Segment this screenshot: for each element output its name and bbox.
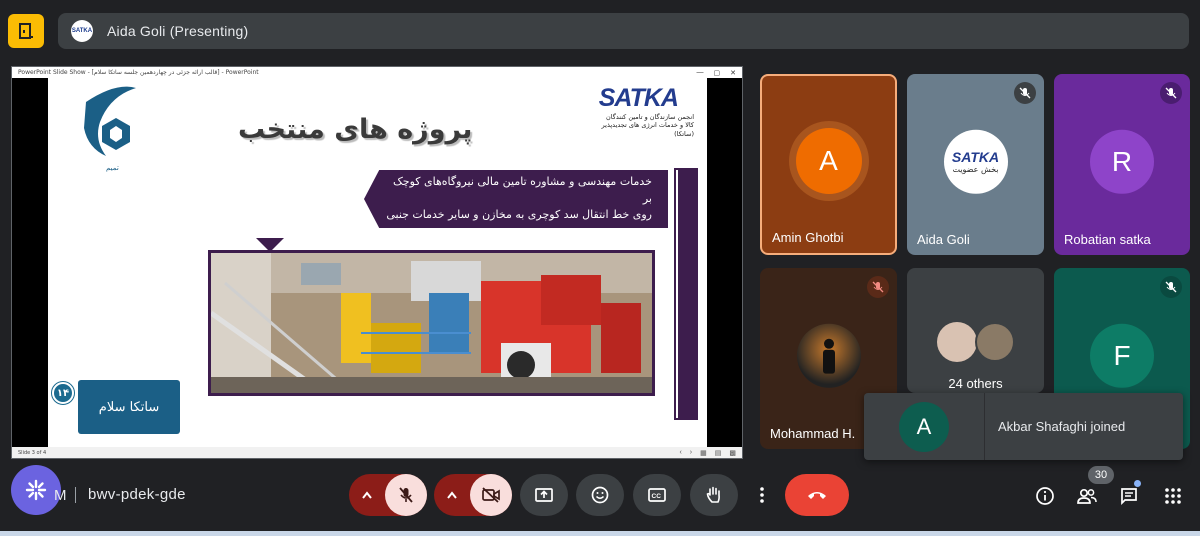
minimize-icon[interactable]: — [697,69,704,77]
presentation-window[interactable]: PowerPoint Slide Show - [قالب ارائه جزئی… [11,66,743,459]
next-slide-icon[interactable]: › [690,449,692,457]
emoji-icon [591,486,609,504]
avatar: A [795,127,862,194]
people-icon [1077,488,1097,504]
clock: M [54,487,67,504]
present-screen-icon [535,488,553,502]
slide-canvas: تمیم SATKA انجمن سازندگان و تامین کنندگا… [48,78,707,448]
participant-tile-others[interactable]: 24 others [907,268,1044,393]
participant-name: Amin Ghotbi [772,230,844,245]
sparkle-icon [25,479,47,501]
divider [75,487,76,503]
mic-off-icon [1014,82,1036,104]
close-icon[interactable]: ✕ [730,69,736,77]
maximize-icon[interactable]: ▢ [714,69,721,77]
mic-off-icon [1160,276,1182,298]
avatar: A [899,401,949,452]
participant-name: Mohammad H. [770,426,856,441]
presenter-avatar: SATKA [71,20,93,42]
divider [984,393,985,460]
apps-grid-icon [1165,488,1181,504]
mic-off-button[interactable] [385,474,427,516]
avatar-ring: A [788,120,869,201]
banner-line-2: روی خط انتقال سد کوچری به مخازن و سایر خ… [386,208,652,222]
people-button[interactable] [1074,483,1100,509]
avatar [796,323,861,388]
mic-off-icon [867,276,889,298]
taskbar-edge [0,531,1200,536]
participant-tile-amin[interactable]: A Amin Ghotbi [760,74,897,255]
camera-control[interactable] [434,474,512,516]
closed-captions-icon: CC [648,488,666,502]
banner-line-1: خدمات مهندسی و مشاوره تامین مالی نیروگاه… [392,175,652,205]
more-vert-icon [760,487,764,503]
microphone-control[interactable] [349,474,427,516]
captions-button[interactable]: CC [633,474,681,516]
prev-slide-icon[interactable]: ‹ [679,449,681,457]
more-options-button[interactable] [751,474,773,516]
leave-call-button[interactable] [785,474,849,516]
meeting-code: bwv-pdek-gde [88,486,186,503]
tamim-logo-icon: تمیم [84,86,136,172]
satka-salam-logo: ساتکا سلام [78,380,180,434]
others-count: 24 others [948,376,1003,391]
presenting-banner: SATKA Aida Goli (Presenting) [58,13,1189,49]
svg-text:CC: CC [652,493,662,500]
slideshow-title: PowerPoint Slide Show - [قالب ارائه جزئی… [18,69,259,76]
avatar: R [1090,129,1154,194]
slide-accent-bar [674,168,698,420]
satka-logo: SATKA انجمن سازندگان و تامین کنندگان کال… [598,84,694,138]
video-settings-chevron-icon[interactable] [434,491,470,499]
power-plant-photo [208,250,655,396]
normal-view-icon[interactable]: ▦ [700,449,707,457]
present-button[interactable] [520,474,568,516]
hang-up-icon [808,492,826,499]
reading-view-icon[interactable]: ▩ [729,449,736,457]
presenting-label: Aida Goli (Presenting) [107,23,249,39]
mic-off-icon [1160,82,1182,104]
join-notification: A Akbar Shafaghi joined [864,393,1183,460]
raise-hand-button[interactable] [690,474,738,516]
info-icon [1036,487,1054,505]
people-count-badge: 30 [1088,466,1114,484]
svg-text:تمیم: تمیم [106,164,119,172]
participant-tile-robatian[interactable]: R Robatian satka [1054,74,1190,255]
slide-counter: Slide 3 of 4 [18,449,47,456]
avatar [937,322,977,362]
chat-notification-dot [1134,480,1141,487]
slide-sorter-icon[interactable]: ▤ [715,449,722,457]
participant-name: Robatian satka [1064,232,1151,247]
slideshow-titlebar: PowerPoint Slide Show - [قالب ارائه جزئی… [12,67,742,78]
generator-room-image [211,253,652,393]
meeting-details-button[interactable] [1032,483,1058,509]
avatar: F [1090,323,1154,388]
participant-tile-aida[interactable]: SATKA بخش عضویت Aida Goli [907,74,1044,255]
hand-icon [706,486,720,503]
slide-title: پروژه های منتخب [238,114,473,145]
audio-settings-chevron-icon[interactable] [349,491,385,499]
activities-button[interactable] [1160,483,1186,509]
reactions-button[interactable] [576,474,624,516]
camera-off-button[interactable] [470,474,512,516]
slide-number-badge: ۱۴ [51,381,75,405]
door-icon [19,23,33,39]
camera-off-icon [482,487,500,503]
join-notification-text: Akbar Shafaghi joined [998,419,1126,434]
companion-mode-button[interactable] [8,14,44,48]
slideshow-statusbar: Slide 3 of 4 ‹ › ▦ ▤ ▩ [12,447,742,458]
slide-banner: خدمات مهندسی و مشاوره تامین مالی نیروگاه… [364,170,668,228]
chat-icon [1121,488,1137,506]
participant-name: Aida Goli [917,232,970,247]
avatar: SATKA بخش عضویت [943,129,1008,194]
avatar [975,322,1015,362]
mic-off-icon [399,487,413,503]
